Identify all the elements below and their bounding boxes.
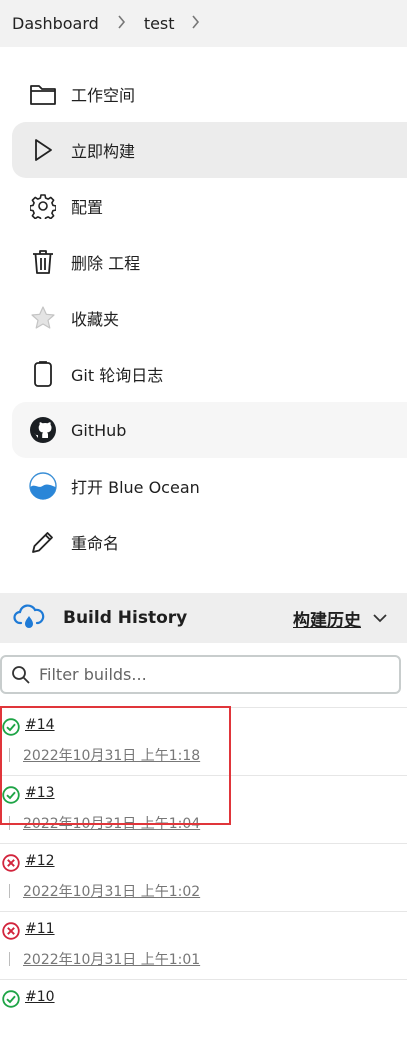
menu-item-git-polling-log[interactable]: Git 轮询日志 [12,346,407,402]
filter-builds-input[interactable] [37,664,371,685]
pencil-icon [26,525,60,559]
folder-icon [26,77,60,111]
build-trend-link[interactable]: 构建历史 [293,606,361,631]
menu-item-open-blue-ocean[interactable]: 打开 Blue Ocean [12,458,407,514]
build-number-link[interactable]: #13 [25,785,55,801]
build-number-link[interactable]: #11 [25,921,55,937]
menu-item-label: Git 轮询日志 [71,366,164,385]
cloud-icon [12,601,46,635]
menu-item-label: 配置 [71,198,104,217]
chevron-right-icon [117,14,126,33]
menu-item-rename[interactable]: 重命名 [12,514,407,570]
success-icon [2,990,20,1008]
timeline-bar [9,816,10,830]
breadcrumb-dashboard[interactable]: Dashboard [12,14,99,33]
build-date-link[interactable]: 2022年10月31日 上午1:04 [23,813,200,833]
build-number-link[interactable]: #10 [25,989,55,1005]
timeline-bar [9,748,10,762]
menu-item-github[interactable]: GitHub [12,402,407,458]
menu-item-label: 重命名 [71,534,120,553]
breadcrumb-job[interactable]: test [144,14,175,33]
menu-item-workspace[interactable]: 工作空间 [12,66,407,122]
build-number-link[interactable]: #14 [25,717,55,733]
menu-item-delete-project[interactable]: 删除 工程 [12,234,407,290]
timeline-bar [9,952,10,966]
github-icon [26,413,60,447]
menu-item-label: GitHub [71,420,127,440]
build-row: #10 [0,979,407,1047]
failure-icon [2,922,20,940]
menu-item-build-now[interactable]: 立即构建 [12,122,407,178]
build-history-header: Build History 构建历史 [0,593,407,643]
build-number-link[interactable]: #12 [25,853,55,869]
build-date-link[interactable]: 2022年10月31日 上午1:02 [23,881,200,901]
filter-builds [0,655,401,694]
failure-icon [2,854,20,872]
star-icon [26,301,60,335]
chevron-down-icon[interactable] [373,613,387,623]
build-date-link[interactable]: 2022年10月31日 上午1:01 [23,949,200,969]
build-history-title: Build History [63,608,188,628]
clipboard-icon [26,357,60,391]
menu-item-label: 删除 工程 [71,254,141,273]
success-icon [2,786,20,804]
menu-item-favorite[interactable]: 收藏夹 [12,290,407,346]
build-row: #14 2022年10月31日 上午1:18 [0,707,407,775]
menu-item-configure[interactable]: 配置 [12,178,407,234]
breadcrumb: Dashboard test [0,0,407,47]
blue-ocean-icon [26,469,60,503]
trash-icon [26,245,60,279]
build-row: #12 2022年10月31日 上午1:02 [0,843,407,911]
build-row: #13 2022年10月31日 上午1:04 [0,775,407,843]
chevron-right-icon[interactable] [191,14,200,33]
success-icon [2,718,20,736]
gear-icon [26,189,60,223]
menu-item-label: 工作空间 [71,86,136,105]
timeline-bar [9,884,10,898]
build-date-link[interactable]: 2022年10月31日 上午1:18 [23,745,200,765]
menu-item-label: 收藏夹 [71,310,120,329]
play-icon [26,133,60,167]
menu-item-label: 打开 Blue Ocean [71,478,200,497]
menu-item-label: 立即构建 [71,142,136,161]
build-row: #11 2022年10月31日 上午1:01 [0,911,407,979]
search-icon [11,665,31,685]
